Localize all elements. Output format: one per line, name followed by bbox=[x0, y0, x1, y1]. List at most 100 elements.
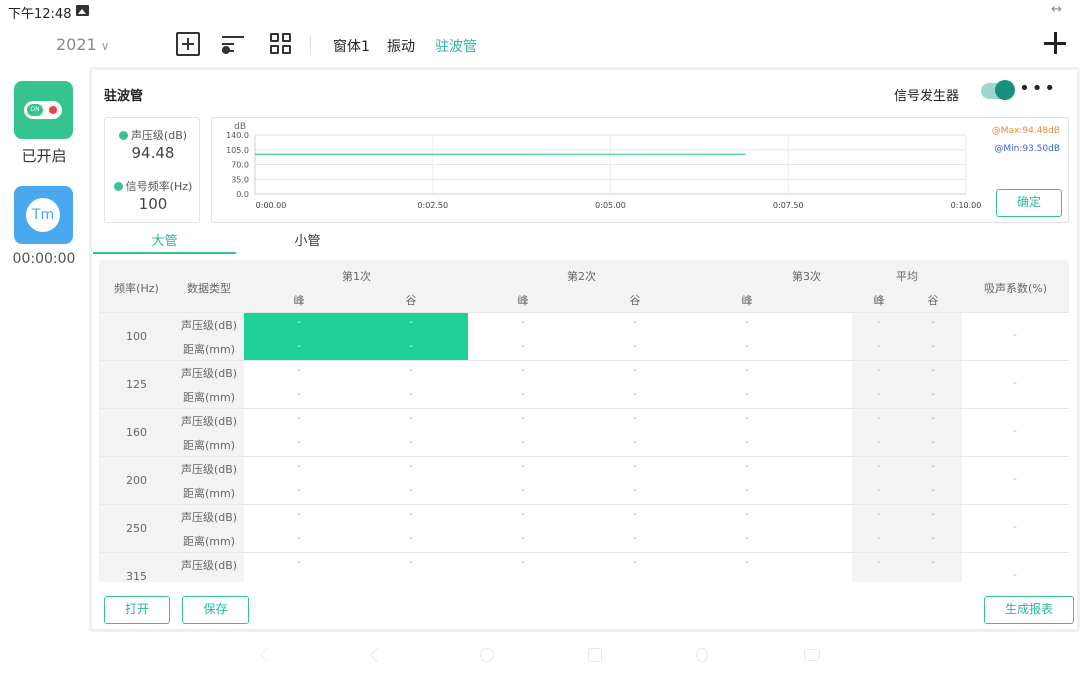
table-cell: - bbox=[409, 461, 413, 472]
table-cell-absorb: - bbox=[1013, 378, 1017, 389]
table-cell: - bbox=[745, 413, 749, 424]
table-row-divider bbox=[99, 552, 1069, 553]
table-row-freq: 200 bbox=[126, 474, 147, 487]
header-run1-valley: 谷 bbox=[405, 294, 417, 307]
table-row-divider bbox=[99, 360, 1069, 361]
system-nav-bar bbox=[0, 640, 1080, 670]
back-icon[interactable] bbox=[369, 647, 385, 663]
save-button[interactable]: 保存 bbox=[182, 596, 249, 624]
device-status-label: 已开启 bbox=[21, 147, 67, 165]
header-avg: 平均 bbox=[896, 270, 918, 283]
table-cell: - bbox=[409, 485, 413, 496]
table-row-divider bbox=[99, 408, 1069, 409]
table-cell: - bbox=[521, 461, 525, 472]
table-cell: - bbox=[633, 341, 637, 352]
volume-down-icon[interactable] bbox=[259, 647, 275, 663]
confirm-button[interactable]: 确定 bbox=[996, 189, 1062, 217]
table-cell: - bbox=[877, 317, 881, 328]
table-row-divider bbox=[99, 312, 1069, 313]
table-cell: - bbox=[409, 413, 413, 424]
table-cell: - bbox=[877, 533, 881, 544]
header-run2-valley: 谷 bbox=[629, 294, 641, 307]
table-row-freq: 250 bbox=[126, 522, 147, 535]
frequency-icon bbox=[113, 182, 123, 191]
table-cell: - bbox=[297, 413, 301, 424]
table-cell: - bbox=[297, 437, 301, 448]
table-cell: - bbox=[745, 485, 749, 496]
tab-standing-wave-tube[interactable]: 驻波管 bbox=[435, 36, 477, 56]
table-cell-absorb: - bbox=[1013, 522, 1017, 533]
measurement-table: 频率(Hz) 数据类型 第1次 第2次 第3次 平均 吸声系数(%) 峰 谷 峰… bbox=[99, 260, 1069, 582]
table-cell: - bbox=[521, 389, 525, 400]
tab-big-tube[interactable]: 大管 bbox=[93, 230, 236, 254]
table-cell: - bbox=[931, 365, 935, 376]
table-cell: - bbox=[877, 509, 881, 520]
table-cell: - bbox=[409, 317, 413, 328]
table-cell: - bbox=[521, 509, 525, 520]
tab-vibration[interactable]: 振动 bbox=[387, 36, 415, 56]
chart-xtick-label: 0:02.50 bbox=[417, 201, 448, 210]
table-cell: - bbox=[297, 557, 301, 568]
generate-report-button[interactable]: 生成报表 bbox=[984, 596, 1074, 624]
chart-xtick-label: 0:00.00 bbox=[256, 201, 287, 210]
table-cell: - bbox=[409, 533, 413, 544]
table-cell: - bbox=[745, 509, 749, 520]
panel-content: 驻波管 信号发生器 ••• 声压级(dB) 94.48 信号频率(Hz) 100… bbox=[92, 70, 1077, 629]
add-box-icon[interactable] bbox=[176, 32, 200, 56]
table-cell: - bbox=[289, 581, 309, 582]
table-row-dtype-spl: 声压级(dB) bbox=[180, 415, 238, 428]
header-run2-peak: 峰 bbox=[517, 294, 529, 307]
table-cell: - bbox=[521, 485, 525, 496]
recents-icon[interactable] bbox=[588, 648, 602, 662]
table-row-dtype-dist: 距离(mm) bbox=[182, 343, 235, 356]
open-button[interactable]: 打开 bbox=[104, 596, 170, 624]
table-cell: - bbox=[521, 413, 525, 424]
table-cell: - bbox=[297, 341, 301, 352]
volume-up-icon[interactable] bbox=[696, 648, 708, 662]
legend-max: @Max:94.48dB bbox=[991, 126, 1060, 136]
grid-icon[interactable] bbox=[269, 32, 293, 56]
table-cell: - bbox=[297, 533, 301, 544]
table-row-dtype-spl: 声压级(dB) bbox=[180, 319, 238, 332]
chart-xtick-label: 0:07.50 bbox=[773, 201, 804, 210]
table-header: 频率(Hz) 数据类型 第1次 第2次 第3次 平均 吸声系数(%) 峰 谷 峰… bbox=[99, 260, 1069, 312]
table-cell: - bbox=[931, 557, 935, 568]
chevron-down-icon: ∨ bbox=[100, 39, 110, 53]
table-cell: - bbox=[521, 341, 525, 352]
table-cell: - bbox=[297, 485, 301, 496]
plus-icon[interactable] bbox=[1044, 32, 1066, 54]
table-cell: - bbox=[633, 509, 637, 520]
device-toggle-card[interactable]: ON bbox=[14, 81, 73, 139]
table-cell: - bbox=[297, 461, 301, 472]
table-cell: - bbox=[877, 485, 881, 496]
signal-generator-switch[interactable] bbox=[981, 80, 1015, 100]
table-cell: - bbox=[409, 341, 413, 352]
table-cell: - bbox=[931, 413, 935, 424]
legend-min: @Min:93.50dB bbox=[994, 144, 1060, 154]
tab-window1[interactable]: 窗体1 bbox=[333, 36, 370, 56]
header-dtype: 数据类型 bbox=[187, 282, 231, 295]
table-cell: - bbox=[297, 365, 301, 376]
table-cell: - bbox=[521, 317, 525, 328]
screenshot-icon[interactable] bbox=[804, 649, 820, 661]
table-cell: - bbox=[409, 389, 413, 400]
filter-settings-icon[interactable] bbox=[222, 32, 246, 56]
readout-card: 声压级(dB) 94.48 信号频率(Hz) 100 bbox=[104, 117, 200, 223]
tab-small-tube[interactable]: 小管 bbox=[236, 230, 379, 254]
table-row-dtype-dist: 距离(mm) bbox=[182, 535, 235, 548]
table-cell: - bbox=[745, 437, 749, 448]
header-freq: 频率(Hz) bbox=[114, 282, 159, 295]
more-options-icon[interactable]: ••• bbox=[1019, 78, 1057, 99]
table-row-freq: 100 bbox=[126, 330, 147, 343]
table-cell: - bbox=[877, 413, 881, 424]
table-row-dtype-spl: 声压级(dB) bbox=[180, 511, 238, 524]
freq-value: 100 bbox=[138, 195, 168, 213]
table-cell: - bbox=[633, 533, 637, 544]
table-cell-absorb: - bbox=[1013, 570, 1017, 581]
home-icon[interactable] bbox=[480, 648, 494, 662]
year-selector[interactable]: 2021 ∨ bbox=[56, 35, 110, 54]
table-cell: - bbox=[745, 365, 749, 376]
table-cell: - bbox=[931, 341, 935, 352]
chart-xtick-label: 0:10.00 bbox=[951, 201, 982, 210]
timer-card[interactable]: Tm bbox=[14, 186, 73, 244]
